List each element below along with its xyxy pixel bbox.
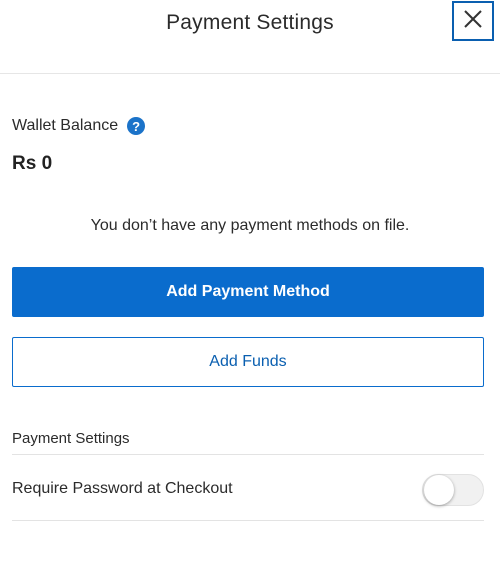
page-title: Payment Settings: [166, 11, 334, 34]
header: Payment Settings: [0, 0, 500, 74]
wallet-balance-label: Wallet Balance: [12, 117, 119, 134]
add-payment-method-button[interactable]: Add Payment Method: [12, 267, 484, 317]
wallet-balance-row: Wallet Balance ?: [12, 117, 146, 135]
add-funds-button[interactable]: Add Funds: [12, 337, 484, 387]
require-password-setting-row: Require Password at Checkout: [12, 455, 484, 520]
no-payment-methods-message: You don’t have any payment methods on fi…: [90, 217, 410, 234]
payment-settings-panel: Payment Settings Wallet Balance ? Rs 0 Y…: [0, 0, 500, 573]
payment-settings-section-title: Payment Settings: [12, 430, 130, 447]
close-icon: [463, 9, 483, 34]
help-icon[interactable]: ?: [127, 117, 146, 135]
divider: [12, 520, 484, 521]
toggle-knob: [424, 475, 454, 505]
require-password-toggle[interactable]: [422, 474, 484, 506]
wallet-balance-amount: Rs 0: [12, 153, 53, 174]
require-password-label: Require Password at Checkout: [12, 480, 233, 497]
close-button[interactable]: [452, 1, 494, 41]
